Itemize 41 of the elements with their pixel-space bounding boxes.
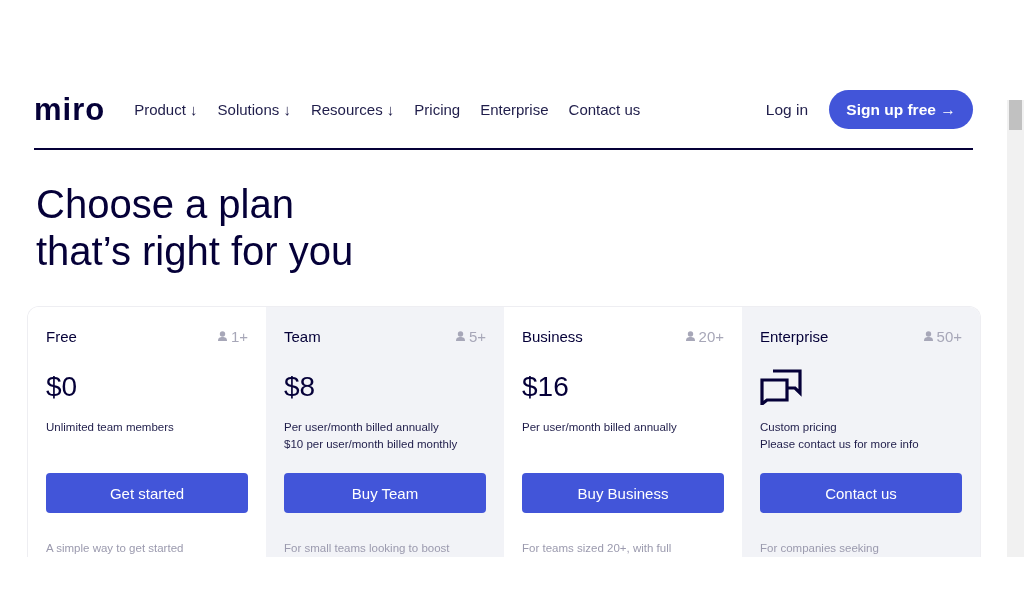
person-icon xyxy=(923,331,933,341)
plan-price: $0 xyxy=(46,371,78,403)
plan-price: $16 xyxy=(522,371,569,403)
plan-button[interactable]: Get started xyxy=(46,473,248,513)
nav-link[interactable]: Enterprise xyxy=(480,101,549,118)
nav-link[interactable]: Contact us xyxy=(568,101,641,118)
scrollbar[interactable] xyxy=(1007,100,1024,557)
person-icon xyxy=(685,331,695,341)
plan-detail: Please contact us for more info xyxy=(760,437,920,452)
plan-name: Business xyxy=(522,327,583,345)
plan-tagline: For companies seeking xyxy=(760,541,880,556)
plan-name: Team xyxy=(284,327,321,345)
nav-link[interactable]: Solutions ↓ xyxy=(217,101,291,118)
plan-button[interactable]: Buy Business xyxy=(522,473,724,513)
plan-detail: Per user/month billed annually xyxy=(284,420,440,435)
plan-tagline: For teams sized 20+, with full xyxy=(522,541,673,556)
plan-detail: Custom pricing xyxy=(760,420,838,435)
plan-price: $8 xyxy=(284,371,316,403)
plan-button[interactable]: Contact us xyxy=(760,473,962,513)
logo[interactable]: miro xyxy=(34,90,106,129)
nav-link[interactable]: Resources ↓ xyxy=(310,101,395,118)
person-icon xyxy=(217,331,227,341)
plan-button[interactable]: Buy Team xyxy=(284,473,486,513)
seat-count: 1+ xyxy=(230,327,248,345)
plan-detail: Unlimited team members xyxy=(46,420,175,435)
nav-link[interactable]: Pricing xyxy=(414,101,461,118)
plan-name: Enterprise xyxy=(760,327,829,345)
login-link[interactable]: Log in xyxy=(765,100,808,119)
page-heading: Choose a plan that’s right for you xyxy=(36,181,355,275)
plan-detail: $10 per user/month billed monthly xyxy=(284,437,459,452)
seat-count: 20+ xyxy=(698,327,724,345)
speech-bubbles-icon xyxy=(760,369,802,405)
seat-count: 5+ xyxy=(468,327,486,345)
plan-tagline: A simple way to get started xyxy=(46,541,185,556)
signup-button[interactable]: Sign up free → xyxy=(829,90,973,129)
plan-detail: Per user/month billed annually xyxy=(522,420,678,435)
nav-link[interactable]: Product ↓ xyxy=(134,101,198,118)
plan-tagline: For small teams looking to boost xyxy=(284,541,451,556)
seat-count: 50+ xyxy=(936,327,962,345)
plan-name: Free xyxy=(46,327,77,345)
person-icon xyxy=(455,331,465,341)
